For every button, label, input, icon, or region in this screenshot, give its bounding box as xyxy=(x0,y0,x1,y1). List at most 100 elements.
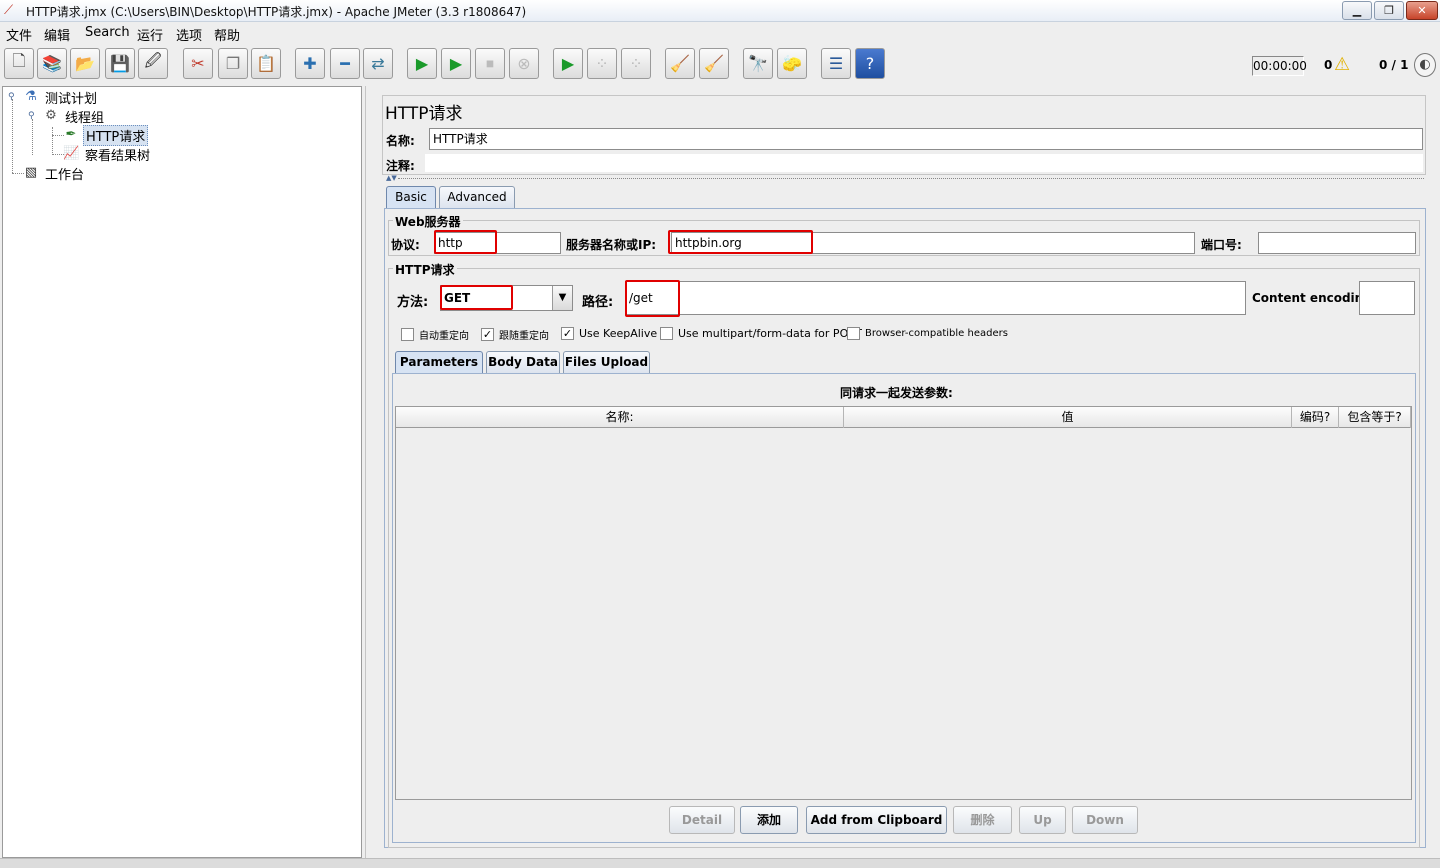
multipart-checkbox[interactable]: Use multipart/form-data for POST xyxy=(660,327,862,340)
menu-search[interactable]: Search xyxy=(85,25,130,40)
path-label: 路径: xyxy=(582,295,614,310)
error-count: 0 xyxy=(1324,58,1333,72)
follow-redirects-checkbox[interactable]: ✓ 跟随重定向 xyxy=(481,327,549,342)
close-button[interactable]: ✕ xyxy=(1406,1,1438,20)
path-input[interactable]: /get xyxy=(625,281,1246,315)
tab-parameters[interactable]: Parameters xyxy=(395,351,483,374)
tree-node-http-request[interactable]: ✒ HTTP请求 xyxy=(63,124,149,146)
collapse-icon[interactable]: ━ xyxy=(330,48,360,79)
highlight-box xyxy=(434,230,497,254)
parameters-table[interactable]: 名称: 值 编码? 包含等于? xyxy=(395,406,1412,800)
tree-node-result-tree[interactable]: 📈 察看结果树 xyxy=(63,145,152,164)
checkbox-box xyxy=(847,327,860,340)
remote-stop-icon[interactable]: ⁘ xyxy=(587,48,617,79)
menu-help[interactable]: 帮助 xyxy=(214,25,240,44)
copy-icon[interactable]: ❐ xyxy=(218,48,248,79)
remote-shutdown-icon[interactable]: ⁘ xyxy=(621,48,651,79)
remote-start-icon[interactable]: ▶ xyxy=(553,48,583,79)
window-title-bar: ⟋ HTTP请求.jmx (C:\Users\BIN\Desktop\HTTP请… xyxy=(0,0,1440,22)
clear-icon[interactable]: 🧹 xyxy=(665,48,695,79)
column-name[interactable]: 名称: xyxy=(396,407,844,428)
up-button[interactable]: Up xyxy=(1019,806,1066,834)
tree-node-thread-group[interactable]: ⚙ 线程组 xyxy=(43,107,106,126)
tab-basic[interactable]: Basic xyxy=(386,186,436,209)
column-value[interactable]: 值 xyxy=(844,407,1292,428)
tree-node-workbench[interactable]: ▧ 工作台 xyxy=(23,164,86,183)
comment-input[interactable] xyxy=(425,154,1423,172)
minimize-button[interactable]: ▁ xyxy=(1342,1,1372,20)
menu-run[interactable]: 运行 xyxy=(137,25,163,44)
delete-button[interactable]: 删除 xyxy=(953,806,1012,834)
highlight-box xyxy=(625,280,680,317)
detail-button[interactable]: Detail xyxy=(669,806,735,834)
checkbox-label: Use multipart/form-data for POST xyxy=(678,327,862,340)
save-icon[interactable]: 💾 xyxy=(105,48,135,79)
highlight-box xyxy=(440,285,513,310)
tab-files-upload[interactable]: Files Upload xyxy=(563,351,650,373)
test-plan-tree: ⚲ ⚲ ⚗ 测试计划 ⚙ 线程组 ✒ HTTP请求 📈 察看结果树 ▧ 工作台 xyxy=(2,86,362,858)
start-no-pause-icon[interactable]: ▶ xyxy=(441,48,471,79)
checkbox-box xyxy=(401,328,414,341)
elapsed-timer: 00:00:00 xyxy=(1252,56,1307,76)
log-viewer-icon[interactable]: ◐ xyxy=(1414,53,1436,77)
cut-icon[interactable]: ✂ xyxy=(183,48,213,79)
tree-node-test-plan[interactable]: ⚗ 测试计划 xyxy=(23,88,99,107)
expand-handle-icon[interactable]: ⚲ xyxy=(28,111,35,121)
search-icon[interactable]: 🔭 xyxy=(743,48,773,79)
column-include-equals[interactable]: 包含等于? xyxy=(1339,407,1411,428)
maximize-button[interactable]: ❐ xyxy=(1374,1,1404,20)
window-title: HTTP请求.jmx (C:\Users\BIN\Desktop\HTTP请求.… xyxy=(26,5,527,19)
new-icon[interactable]: 🗋 xyxy=(4,48,34,79)
toolbar: 🗋 📚 📂 💾 🖉 ✂ ❐ 📋 ✚ ━ ⇄ ▶ ▶ ⏹ ⊗ ▶ ⁘ ⁘ 🧹 🧹 🔭 🧽 ☰? xyxy=(0,44,1440,84)
chart-icon: 📈 xyxy=(63,146,80,161)
down-button[interactable]: Down xyxy=(1072,806,1138,834)
chevron-down-icon[interactable]: ▼ xyxy=(552,286,572,310)
content-encoding-label: Content encoding: xyxy=(1252,291,1377,305)
tab-advanced[interactable]: Advanced xyxy=(439,186,515,208)
help-icon[interactable]: ? xyxy=(855,48,885,79)
collapse-arrows-icon[interactable]: ▲▼ xyxy=(386,174,397,182)
templates-icon[interactable]: 📚 xyxy=(37,48,67,79)
stop-icon[interactable]: ⏹ xyxy=(475,48,505,79)
menu-file[interactable]: 文件 xyxy=(6,25,32,44)
function-helper-icon[interactable]: ☰ xyxy=(821,48,851,79)
add-button[interactable]: 添加 xyxy=(740,806,798,834)
save-as-icon[interactable]: 🖉 xyxy=(138,48,168,79)
checkbox-label: Browser-compatible headers xyxy=(865,328,1008,339)
checkbox-box xyxy=(660,327,673,340)
checkbox-box: ✓ xyxy=(481,328,494,341)
browser-headers-checkbox[interactable]: Browser-compatible headers xyxy=(847,327,1008,340)
workbench-icon: ▧ xyxy=(24,165,38,180)
name-label: 名称: xyxy=(386,134,415,148)
tab-body-data[interactable]: Body Data xyxy=(486,351,560,373)
menu-options[interactable]: 选项 xyxy=(176,25,202,44)
protocol-label: 协议: xyxy=(391,238,420,252)
flask-icon: ⚗ xyxy=(25,89,37,104)
server-label: 服务器名称或IP: xyxy=(566,238,657,252)
gear-icon: ⚙ xyxy=(45,108,57,123)
open-icon[interactable]: 📂 xyxy=(70,48,100,79)
method-label: 方法: xyxy=(397,295,429,310)
clear-all-icon[interactable]: 🧹 xyxy=(699,48,729,79)
add-from-clipboard-button[interactable]: Add from Clipboard xyxy=(806,806,947,834)
expand-handle-icon[interactable]: ⚲ xyxy=(8,92,15,102)
content-encoding-input[interactable] xyxy=(1359,281,1415,315)
checkbox-box: ✓ xyxy=(561,327,574,340)
keepalive-checkbox[interactable]: ✓ Use KeepAlive xyxy=(561,327,657,340)
http-request-group-title: HTTP请求 xyxy=(393,261,457,278)
expand-icon[interactable]: ✚ xyxy=(295,48,325,79)
port-input[interactable] xyxy=(1258,232,1416,254)
split-pane-divider[interactable] xyxy=(365,86,375,858)
toggle-icon[interactable]: ⇄ xyxy=(363,48,393,79)
paste-icon[interactable]: 📋 xyxy=(251,48,281,79)
pen-icon: ✒ xyxy=(65,127,77,142)
table-header: 名称: 值 编码? 包含等于? xyxy=(396,407,1411,428)
name-input[interactable]: HTTP请求 xyxy=(429,128,1423,150)
shutdown-icon[interactable]: ⊗ xyxy=(509,48,539,79)
reset-search-icon[interactable]: 🧽 xyxy=(777,48,807,79)
warning-icon[interactable]: ⚠ xyxy=(1334,55,1356,75)
column-encode[interactable]: 编码? xyxy=(1292,407,1339,428)
redirect-auto-checkbox[interactable]: 自动重定向 xyxy=(401,327,469,342)
menu-edit[interactable]: 编辑 xyxy=(44,25,70,44)
start-icon[interactable]: ▶ xyxy=(407,48,437,79)
